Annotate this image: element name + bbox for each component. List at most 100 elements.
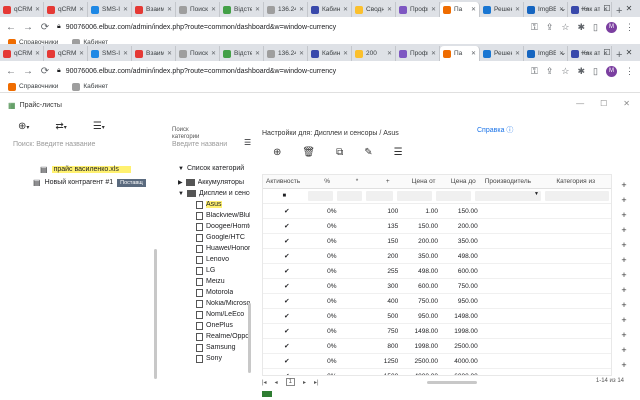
tab-close-icon[interactable]: ✕ xyxy=(431,50,436,57)
browser-tab[interactable]: Взаим ✕ xyxy=(132,46,176,61)
tab-close-icon[interactable]: ✕ xyxy=(515,6,520,13)
add-row-icon[interactable]: + xyxy=(614,342,634,357)
extensions-icon[interactable]: ✱ xyxy=(578,22,586,33)
category-item[interactable]: Asus xyxy=(178,199,250,210)
next-page-icon[interactable]: ▸ xyxy=(303,379,306,386)
list-icon[interactable]: ☰ xyxy=(394,147,403,158)
forward-icon[interactable]: → xyxy=(23,66,33,77)
table-row[interactable]: ✔ 0% 100 1.00 150.00 xyxy=(263,204,611,219)
tab-close-icon[interactable]: ✕ xyxy=(211,50,216,57)
checkmark-icon[interactable]: ✔ xyxy=(263,267,311,275)
tab-close-icon[interactable]: ✕ xyxy=(255,6,260,13)
share-icon[interactable]: ⇪ xyxy=(546,66,554,77)
column-header[interactable]: Цена от xyxy=(402,178,442,185)
first-page-icon[interactable]: |◂ xyxy=(262,379,267,386)
add-row-icon[interactable]: + xyxy=(614,192,634,207)
category-search-input[interactable]: Введите названи xyxy=(172,141,244,148)
maximize-icon[interactable]: ☐ xyxy=(600,99,607,108)
add-row-icon[interactable]: + xyxy=(614,282,634,297)
checkmark-icon[interactable]: ✔ xyxy=(263,297,311,305)
back-icon[interactable]: ← xyxy=(6,22,16,33)
browser-tab[interactable]: qCRM ✕ xyxy=(44,2,88,17)
tab-close-icon[interactable]: ✕ xyxy=(343,50,348,57)
column-header[interactable]: Категория из xyxy=(553,178,611,185)
table-row[interactable]: ✔ 0% 400 750.00 950.00 xyxy=(263,294,611,309)
tab-close-icon[interactable]: ✕ xyxy=(123,50,128,57)
pricelist-search-input[interactable]: Поиск: Введите название xyxy=(13,141,95,148)
category-item[interactable]: Google/HTC xyxy=(178,232,250,243)
collapse-icon[interactable]: ▼ xyxy=(178,166,184,172)
share-icon[interactable]: ⇪ xyxy=(546,22,554,33)
table-row[interactable]: ✔ 0% 200 350.00 498.00 xyxy=(263,249,611,264)
key-icon[interactable]: ⚿ xyxy=(531,22,538,33)
tab-close-icon[interactable]: ✕ xyxy=(211,6,216,13)
help-link[interactable]: Справка ⓘ xyxy=(477,125,513,135)
minimize-icon[interactable]: — xyxy=(576,99,584,108)
avatar[interactable]: M xyxy=(606,21,617,33)
star-icon[interactable]: ☆ xyxy=(561,22,569,33)
add-row-icon[interactable]: + xyxy=(614,177,634,192)
category-item[interactable]: ▶ Аккумуляторы xyxy=(178,177,250,188)
left-scrollbar[interactable] xyxy=(154,249,157,379)
browser-tab[interactable]: qCRM ✕ xyxy=(0,46,44,61)
address-bar[interactable]: 🔒︎ 90076006.elbuz.com/admin/index.php?ro… xyxy=(57,23,524,31)
browser-tab[interactable]: Па ✕ xyxy=(440,2,480,17)
browser-tab[interactable]: Профи✕ xyxy=(396,2,440,17)
checkmark-icon[interactable]: ✔ xyxy=(263,312,311,320)
tab-close-icon[interactable]: ✕ xyxy=(167,50,172,57)
category-item[interactable]: Lenovo xyxy=(178,254,250,265)
chevron-down-icon[interactable]: ⌄ xyxy=(552,48,574,57)
browser-tab[interactable]: Профи✕ xyxy=(396,46,440,61)
category-item[interactable]: Nokia/Microsoft xyxy=(178,298,250,309)
checkmark-icon[interactable]: ✔ xyxy=(263,222,311,230)
extensions-icon[interactable]: ✱ xyxy=(578,66,586,77)
filter-dropdown[interactable]: ▼ xyxy=(475,191,541,201)
table-hscrollbar[interactable] xyxy=(426,380,477,384)
list-menu-button[interactable]: ☰▾ xyxy=(93,121,105,132)
checkmark-icon[interactable]: ✔ xyxy=(263,252,311,260)
browser-tab[interactable]: Кабин ✕ xyxy=(308,2,352,17)
browser-tab[interactable]: SMS-I ✕ xyxy=(88,2,132,17)
add-row-icon[interactable]: + xyxy=(614,252,634,267)
column-header[interactable]: Активность xyxy=(263,178,311,185)
add-row-icon[interactable]: + xyxy=(614,327,634,342)
checkmark-icon[interactable]: ✔ xyxy=(263,207,311,215)
browser-tab[interactable]: Поиск ✕ xyxy=(176,2,220,17)
menu-icon[interactable]: ⋮ xyxy=(625,66,634,77)
copy-icon[interactable]: ⧉ xyxy=(336,147,343,158)
reload-icon[interactable]: ⟳ xyxy=(40,22,50,33)
tab-close-icon[interactable]: ✕ xyxy=(35,6,40,13)
minimize-icon[interactable]: — xyxy=(574,4,596,13)
browser-tab[interactable]: Відсте ✕ xyxy=(220,2,264,17)
table-row[interactable]: ✔ 0% 800 1998.00 2500.00 xyxy=(263,339,611,354)
checkmark-icon[interactable]: ✔ xyxy=(263,327,311,335)
bookmark-spravochniki[interactable]: Справочники xyxy=(8,82,58,91)
browser-tab[interactable]: 136.24 ✕ xyxy=(264,2,308,17)
category-item[interactable]: Doogee/Homtom xyxy=(178,221,250,232)
checkmark-icon[interactable]: ✔ xyxy=(263,237,311,245)
minimize-icon[interactable]: — xyxy=(574,48,596,57)
bookmark-kabinet[interactable]: Кабинет xyxy=(72,82,108,91)
magic-wand-icon[interactable]: ✎ xyxy=(364,147,372,158)
prev-page-icon[interactable]: ◂ xyxy=(275,379,278,386)
column-header[interactable]: * xyxy=(341,178,371,185)
tab-close-icon[interactable]: ✕ xyxy=(299,50,304,57)
table-row[interactable]: ✔ 0% 500 950.00 1498.00 xyxy=(263,309,611,324)
tab-close-icon[interactable]: ✕ xyxy=(387,6,392,13)
browser-tab[interactable]: SMS-I ✕ xyxy=(88,46,132,61)
filter-input[interactable] xyxy=(307,191,333,201)
add-row-icon[interactable]: + xyxy=(614,267,634,282)
table-row[interactable]: ✔ 0% 150 200.00 350.00 xyxy=(263,234,611,249)
chevron-down-icon[interactable]: ▼ xyxy=(178,191,184,197)
table-row[interactable]: ✔0%15004000.006000.00 xyxy=(263,369,611,376)
tab-close-icon[interactable]: ✕ xyxy=(167,6,172,13)
forward-icon[interactable]: → xyxy=(23,22,33,33)
filter-select-icon[interactable]: ■ xyxy=(263,193,306,199)
filter-input[interactable] xyxy=(436,191,472,201)
browser-tab[interactable]: Решен✕ xyxy=(480,2,524,17)
close-icon[interactable]: ✕ xyxy=(623,99,630,108)
tab-close-icon[interactable]: ✕ xyxy=(79,50,84,57)
tab-close-icon[interactable]: ✕ xyxy=(431,6,436,13)
browser-tab[interactable]: Сводн ✕ xyxy=(352,2,396,17)
sidebar-icon[interactable]: ▯ xyxy=(593,66,598,77)
